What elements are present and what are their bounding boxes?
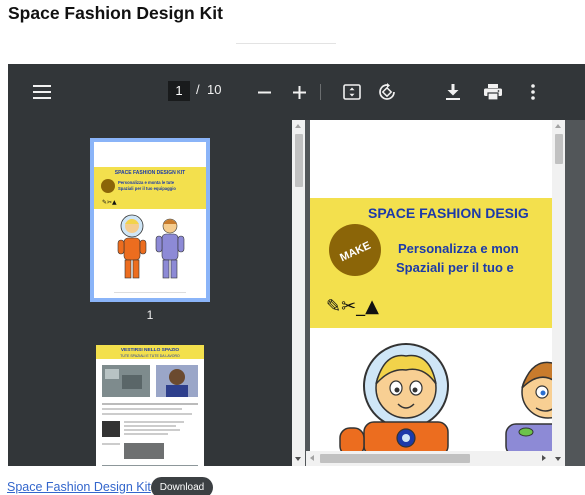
thumbnail-sidebar: SPACE FASHION DESIGN KIT Personalizza e … [8,120,292,466]
scroll-up-icon[interactable] [295,124,301,128]
document-page-1: SPACE FASHION DESIG MAKE Personalizza e … [310,120,555,456]
thumb1-sub2: Spaziali per il tuo equipaggio [118,186,176,191]
sidebar-scroll-thumb[interactable] [295,134,303,187]
thumb1-title: SPACE FASHION DESIGN KIT [115,170,185,176]
thumbnail-label: 1 [146,308,154,322]
svg-text:✎✂▲: ✎✂▲ [102,199,117,206]
minus-icon[interactable] [253,80,275,104]
cover-title: SPACE FASHION DESIG [368,205,529,221]
title-divider [236,43,336,44]
scroll-down-icon[interactable] [555,457,561,461]
page-separator: / [196,82,200,97]
scroll-up-icon[interactable] [555,124,561,128]
thumb1-sub1: Personalizza e monta le tute [118,180,175,185]
toolbar-divider [320,84,321,100]
document-link[interactable]: Space Fashion Design Kit [7,480,151,494]
plus-icon[interactable] [288,80,310,104]
download-icon[interactable] [442,80,464,104]
tools-icons: ✎✂_▲ [326,296,379,317]
thumb2-title: VESTIRSI NELLO SPAZIO [121,347,180,353]
pdf-viewer: 1 / 10 SPACE FASHION DESIGN KIT Personal… [8,64,585,466]
document-scrollbar[interactable] [552,120,565,466]
page-title: Space Fashion Design Kit [8,3,223,23]
thumb2-sub: TUTE SPAZIALI E TUTE DA LAVORO [120,354,180,358]
scroll-down-icon[interactable] [295,457,301,461]
page-thumbnail-2[interactable]: VESTIRSI NELLO SPAZIO TUTE SPAZIALI E TU… [96,345,204,466]
page-number-input[interactable]: 1 [168,81,190,101]
download-button[interactable]: Download [151,477,213,495]
rotate-icon[interactable] [376,80,398,104]
scroll-right-icon[interactable] [542,455,546,461]
page-total: 10 [207,82,222,97]
fit-to-page-icon[interactable] [341,80,363,104]
horizontal-scrollbar[interactable] [306,451,552,466]
cover-subtitle-1: Personalizza e mon [398,241,519,256]
scroll-left-icon[interactable] [310,455,314,461]
horizontal-scroll-thumb[interactable] [320,454,470,463]
page-thumbnail-1[interactable]: SPACE FASHION DESIGN KIT Personalizza e … [90,138,210,302]
menu-icon[interactable] [30,80,54,104]
cover-subtitle-2: Spaziali per il tuo e [396,260,514,275]
more-vert-icon[interactable] [522,80,544,104]
pdf-toolbar: 1 / 10 [8,64,585,120]
document-view[interactable]: SPACE FASHION DESIG MAKE Personalizza e … [292,120,585,466]
print-icon[interactable] [482,80,504,104]
document-scroll-thumb[interactable] [555,134,563,164]
sidebar-scrollbar[interactable] [292,120,305,466]
